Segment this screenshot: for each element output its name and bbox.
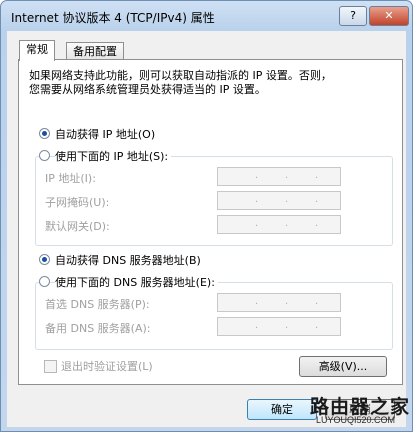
ip-manual-label[interactable]: 使用下面的 IP 地址(S): xyxy=(55,148,172,164)
tab-general[interactable]: 常规 xyxy=(19,40,55,61)
ip-address-label: IP 地址(I): xyxy=(45,172,96,185)
preferred-dns-field[interactable]: ... xyxy=(217,293,341,312)
dialog-window: Internet 协议版本 4 (TCP/IPv4) 属性 ? ✕ 常规 备用配… xyxy=(0,0,413,432)
subnet-mask-field[interactable]: ... xyxy=(217,191,341,210)
advanced-button[interactable]: 高级(V)... xyxy=(299,356,387,377)
description-line-2: 您需要从网络系统管理员处获得适当的 IP 设置。 xyxy=(29,83,266,96)
dns-manual-radio[interactable] xyxy=(39,276,50,287)
validate-on-exit-label[interactable]: 退出时验证设置(L) xyxy=(61,358,153,374)
alternate-dns-label: 备用 DNS 服务器(A): xyxy=(45,322,151,335)
watermark-url-text: LUYOUQI520.COM xyxy=(316,415,396,425)
validate-on-exit-checkbox[interactable] xyxy=(44,360,57,373)
ok-button[interactable]: 确定 xyxy=(247,399,317,420)
tab-panel: 如果网络支持此功能，则可以获取自动指派的 IP 设置。否则， 您需要从网络系统管… xyxy=(18,59,403,385)
dns-manual-label[interactable]: 使用下面的 DNS 服务器地址(E): xyxy=(55,274,218,290)
default-gateway-field[interactable]: ... xyxy=(217,215,341,234)
ip-manual-radio[interactable] xyxy=(39,150,50,161)
help-button[interactable]: ? xyxy=(339,6,367,26)
subnet-mask-label: 子网掩码(U): xyxy=(45,196,110,209)
dialog-client: 常规 备用配置 如果网络支持此功能，则可以获取自动指派的 IP 设置。否则， 您… xyxy=(7,31,406,427)
ip-address-field[interactable]: ... xyxy=(217,167,341,186)
ip-auto-radio[interactable] xyxy=(39,128,50,139)
close-button[interactable]: ✕ xyxy=(369,6,409,26)
dns-auto-label[interactable]: 自动获得 DNS 服务器地址(B) xyxy=(55,252,201,268)
dns-auto-radio[interactable] xyxy=(39,254,50,265)
watermark-logo: 路由器之家 LUYOUQI520.COM xyxy=(310,392,410,425)
window-title: Internet 协议版本 4 (TCP/IPv4) 属性 xyxy=(11,11,215,25)
default-gateway-label: 默认网关(D): xyxy=(45,220,110,233)
tab-alternate-config[interactable]: 备用配置 xyxy=(66,42,124,60)
ip-auto-label[interactable]: 自动获得 IP 地址(O) xyxy=(55,126,155,142)
preferred-dns-label: 首选 DNS 服务器(P): xyxy=(45,298,150,311)
alternate-dns-field[interactable]: ... xyxy=(217,317,341,336)
title-bar[interactable]: Internet 协议版本 4 (TCP/IPv4) 属性 ? ✕ xyxy=(1,1,412,31)
description-line-1: 如果网络支持此功能，则可以获取自动指派的 IP 设置。否则， xyxy=(29,69,332,82)
